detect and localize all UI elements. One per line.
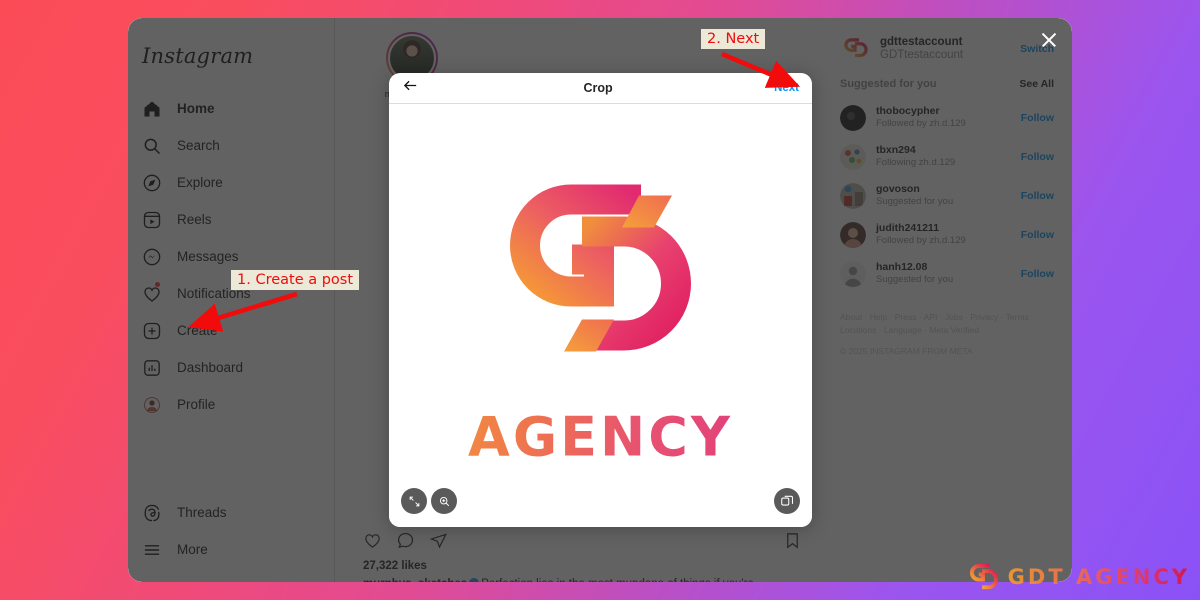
logo-wordmark: AGENCY (426, 410, 776, 464)
gallery-icon[interactable] (774, 488, 800, 514)
uploaded-image: AGENCY (426, 167, 776, 464)
watermark-text: GDT AGENCY (1007, 565, 1190, 589)
arrow-left-icon[interactable] (402, 77, 422, 99)
zoom-in-icon[interactable] (431, 488, 457, 514)
close-icon[interactable] (1040, 31, 1058, 49)
page-title: Crop (583, 81, 613, 95)
gdt-watermark-icon (969, 563, 998, 590)
watermark: GDT AGENCY (966, 560, 1190, 594)
annotation-label-2: 2. Next (701, 29, 766, 49)
annotation-label-1: 1. Create a post (231, 270, 360, 290)
crop-canvas[interactable]: AGENCY (389, 104, 812, 527)
crop-modal: Crop Next AGENCY (389, 73, 812, 527)
crop-modal-header: Crop Next (389, 73, 812, 104)
crop-aspect-icon[interactable] (401, 488, 427, 514)
gd-monogram-icon (509, 184, 691, 351)
next-button[interactable]: Next (774, 82, 799, 94)
